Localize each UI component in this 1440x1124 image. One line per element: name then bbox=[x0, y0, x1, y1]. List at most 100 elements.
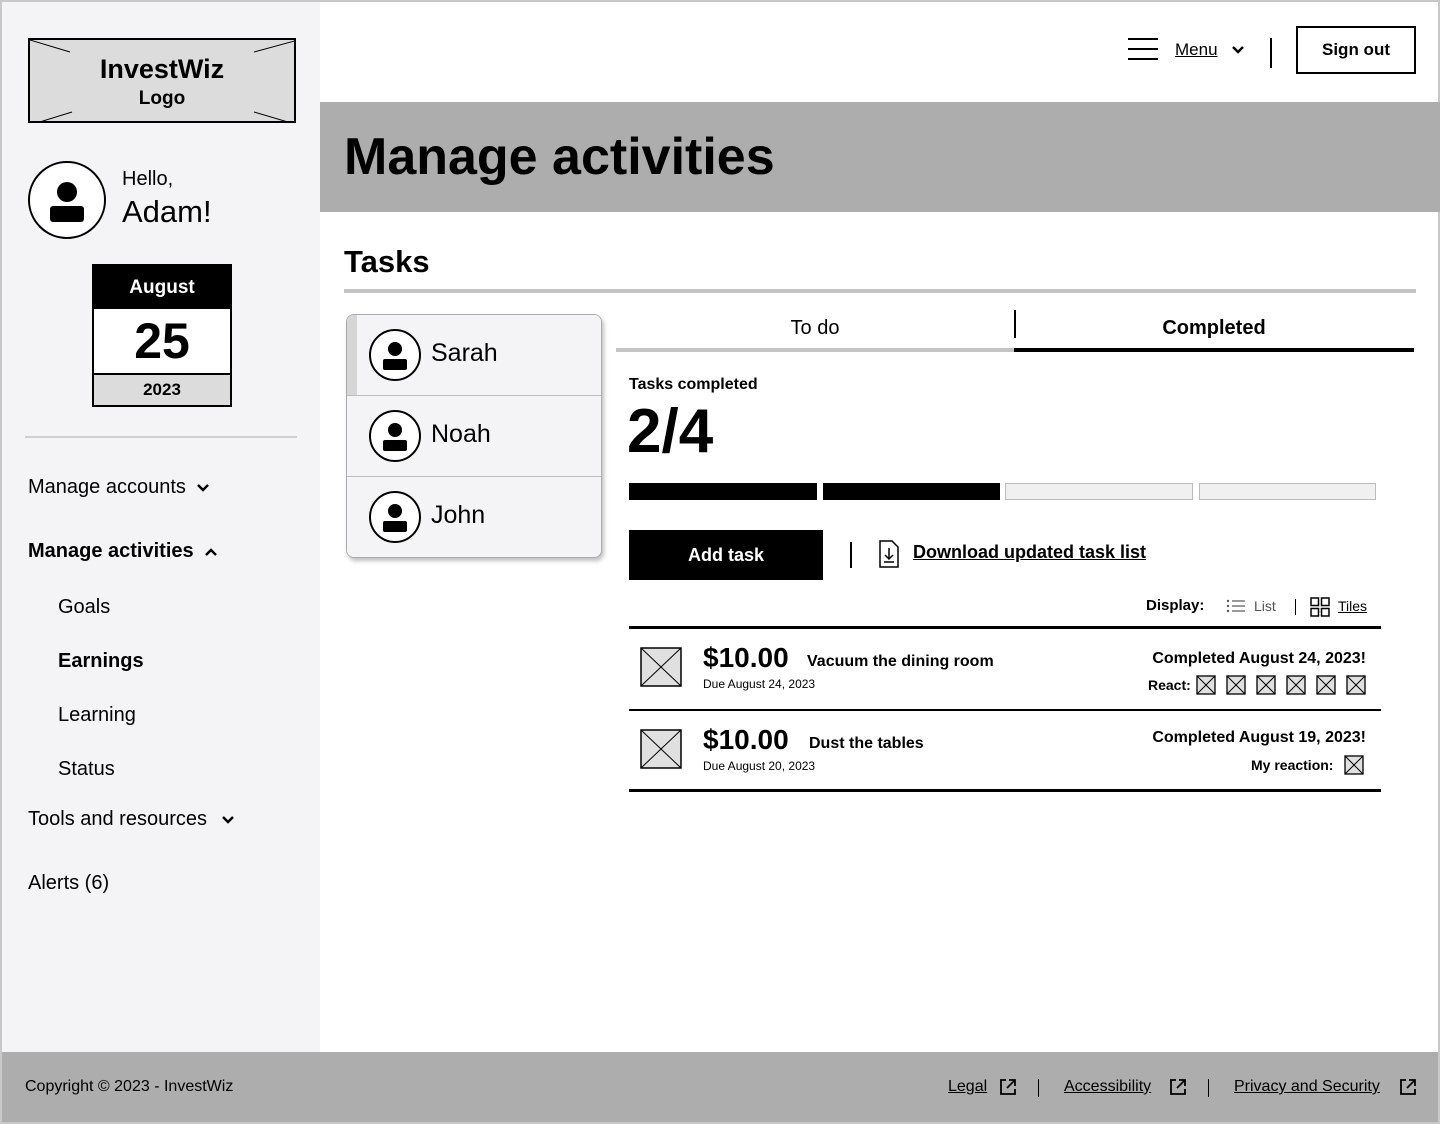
sidebar-item-alerts[interactable]: Alerts (6) bbox=[28, 872, 109, 895]
footer-divider bbox=[1208, 1079, 1209, 1097]
logo[interactable]: InvestWiz Logo bbox=[28, 38, 296, 123]
tab-divider bbox=[1014, 310, 1016, 338]
person-name: Sarah bbox=[431, 339, 498, 367]
reaction-placeholder-icon[interactable] bbox=[1286, 675, 1306, 695]
calendar-year: 2023 bbox=[94, 373, 230, 405]
avatar bbox=[369, 491, 421, 543]
sidebar-item-label: Manage accounts bbox=[28, 476, 186, 498]
menu-link[interactable]: Menu bbox=[1175, 40, 1218, 60]
person-name: Noah bbox=[431, 420, 491, 448]
user-icon bbox=[50, 182, 84, 222]
my-reaction-label: My reaction: bbox=[1251, 757, 1334, 773]
person-item-john[interactable]: John bbox=[347, 477, 601, 557]
display-list-option[interactable]: List bbox=[1254, 598, 1276, 614]
external-link-icon[interactable] bbox=[999, 1078, 1017, 1096]
tasks-completed-label: Tasks completed bbox=[629, 376, 758, 393]
progress-segment bbox=[1005, 483, 1193, 500]
logo-title: InvestWiz bbox=[99, 54, 225, 84]
download-file-icon[interactable] bbox=[878, 540, 900, 568]
person-item-sarah[interactable]: Sarah bbox=[347, 315, 601, 396]
sidebar-item-label: Tools and resources bbox=[28, 808, 207, 830]
tiles-icon[interactable] bbox=[1310, 597, 1330, 617]
calendar-day: 25 bbox=[134, 313, 190, 369]
person-item-noah[interactable]: Noah bbox=[347, 396, 601, 477]
progress-segment bbox=[1199, 483, 1376, 500]
list-icon[interactable] bbox=[1226, 598, 1246, 614]
chevron-up-icon bbox=[204, 547, 217, 556]
user-avatar[interactable] bbox=[28, 161, 106, 239]
footer-link-privacy-security[interactable]: Privacy and Security bbox=[1234, 1078, 1380, 1096]
header-divider bbox=[1270, 38, 1272, 68]
reaction-placeholder-icon[interactable] bbox=[1256, 675, 1276, 695]
task-completed-date: Completed August 19, 2023! bbox=[1152, 729, 1366, 746]
task-name: Dust the tables bbox=[809, 735, 924, 752]
copyright: Copyright © 2023 - InvestWiz bbox=[25, 1078, 234, 1095]
logo-subtitle: Logo bbox=[138, 88, 186, 109]
download-task-list-link[interactable]: Download updated task list bbox=[913, 542, 1146, 563]
section-divider bbox=[344, 289, 1416, 293]
greeting: Hello, bbox=[122, 168, 174, 190]
calendar-month: August bbox=[94, 266, 230, 309]
footer: Copyright © 2023 - InvestWiz Legal Acces… bbox=[2, 1052, 1438, 1122]
tab-to-do[interactable]: To do bbox=[616, 308, 1014, 352]
action-divider bbox=[850, 542, 852, 568]
sidebar: InvestWiz Logo Hello, Adam! August 25 20… bbox=[2, 2, 320, 1052]
task-due-date: Due August 24, 2023 bbox=[703, 677, 816, 691]
sidebar-subitem-goals[interactable]: Goals bbox=[58, 596, 110, 619]
calendar-date: August 25 2023 bbox=[92, 264, 232, 407]
sidebar-item-manage-activities[interactable]: Manage activities bbox=[28, 540, 218, 563]
progress-segment bbox=[629, 483, 817, 500]
sidebar-subitem-earnings[interactable]: Earnings bbox=[58, 650, 144, 673]
add-task-button[interactable]: Add task bbox=[629, 530, 823, 580]
person-name: John bbox=[431, 501, 486, 529]
user-icon bbox=[383, 423, 407, 451]
section-title: Tasks bbox=[344, 244, 430, 279]
task-list-top-rule bbox=[629, 626, 1381, 629]
task-image-placeholder-icon bbox=[640, 647, 682, 687]
tab-completed[interactable]: Completed bbox=[1014, 308, 1414, 352]
tasks-completed-value: 2/4 bbox=[627, 397, 714, 466]
user-icon bbox=[383, 504, 407, 532]
hamburger-icon[interactable] bbox=[1128, 38, 1158, 62]
external-link-icon[interactable] bbox=[1399, 1078, 1417, 1096]
sidebar-item-tools-and-resources[interactable]: Tools and resources bbox=[28, 808, 235, 831]
reaction-placeholder-icon[interactable] bbox=[1196, 675, 1216, 695]
react-label: React: bbox=[1148, 677, 1191, 693]
sidebar-subitem-status[interactable]: Status bbox=[58, 758, 115, 781]
display-label: Display: bbox=[1146, 597, 1205, 614]
person-list: Sarah Noah John bbox=[346, 314, 602, 558]
external-link-icon[interactable] bbox=[1169, 1078, 1187, 1096]
page-title: Manage activities bbox=[344, 128, 775, 186]
task-amount: $10.00 bbox=[703, 642, 789, 673]
sidebar-item-label: Manage activities bbox=[28, 540, 194, 562]
task-row-divider bbox=[629, 709, 1381, 711]
sidebar-divider bbox=[25, 436, 297, 438]
progress-segment bbox=[823, 483, 1000, 500]
footer-link-accessibility[interactable]: Accessibility bbox=[1064, 1078, 1151, 1096]
task-list-bottom-rule bbox=[629, 789, 1381, 792]
page-banner: Manage activities bbox=[320, 102, 1440, 212]
sidebar-subitem-learning[interactable]: Learning bbox=[58, 704, 136, 727]
chevron-down-icon[interactable] bbox=[1230, 44, 1246, 56]
task-completed-date: Completed August 24, 2023! bbox=[1152, 650, 1366, 667]
sign-out-button[interactable]: Sign out bbox=[1296, 26, 1416, 74]
reaction-placeholder-icon[interactable] bbox=[1344, 755, 1364, 775]
reaction-placeholder-icon[interactable] bbox=[1226, 675, 1246, 695]
task-name: Vacuum the dining room bbox=[807, 653, 994, 670]
reaction-placeholder-icon[interactable] bbox=[1316, 675, 1336, 695]
sidebar-item-manage-accounts[interactable]: Manage accounts bbox=[28, 476, 210, 499]
reaction-placeholder-icon[interactable] bbox=[1346, 675, 1366, 695]
display-divider bbox=[1295, 599, 1296, 615]
task-due-date: Due August 20, 2023 bbox=[703, 759, 816, 773]
footer-divider bbox=[1038, 1079, 1039, 1097]
display-tiles-option[interactable]: Tiles bbox=[1338, 598, 1367, 614]
chevron-down-icon bbox=[222, 815, 234, 824]
avatar bbox=[369, 410, 421, 462]
user-icon bbox=[383, 342, 407, 370]
avatar bbox=[369, 329, 421, 381]
user-name: Adam! bbox=[122, 194, 212, 229]
task-amount: $10.00 bbox=[703, 724, 789, 755]
task-image-placeholder-icon bbox=[640, 729, 682, 769]
footer-link-legal[interactable]: Legal bbox=[948, 1078, 987, 1096]
sidebar-item-label: Alerts (6) bbox=[28, 872, 110, 894]
